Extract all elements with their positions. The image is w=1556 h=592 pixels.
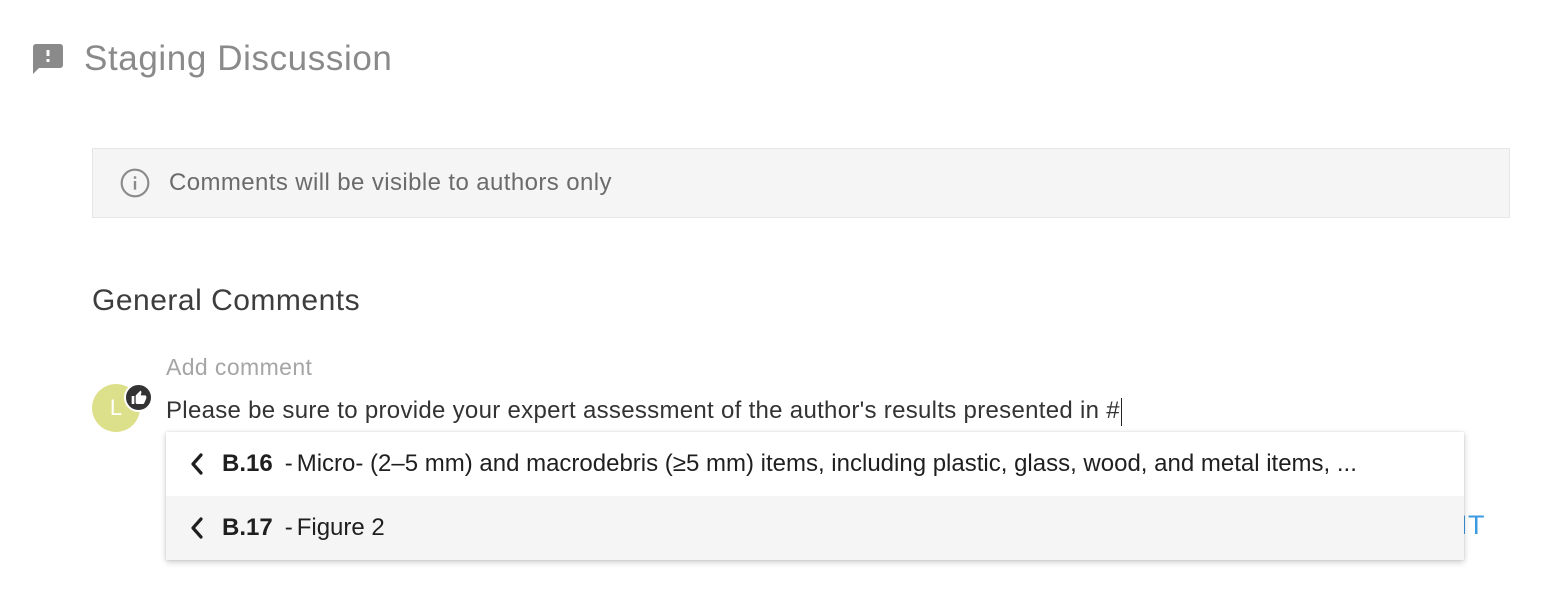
suggestion-separator: - (284, 450, 293, 477)
feedback-icon (30, 41, 66, 77)
suggestion-description: Figure 2 (296, 514, 385, 541)
thumbs-up-icon (124, 383, 153, 412)
suggestion-code: B.16 (222, 450, 273, 477)
suggestion-separator: - (284, 514, 293, 541)
page-title: Staging Discussion (84, 39, 393, 78)
text-caret (1120, 397, 1122, 426)
chevron-left-icon (188, 516, 210, 540)
staging-discussion-page: Staging Discussion Comments will be visi… (0, 0, 1556, 592)
visibility-info-banner: Comments will be visible to authors only (92, 148, 1510, 218)
suggestion-item-b17[interactable]: B.17 - Figure 2 (166, 496, 1464, 560)
comment-input[interactable]: Please be sure to provide your expert as… (166, 397, 1122, 426)
chevron-left-icon (188, 452, 210, 476)
reference-suggestions-dropdown: B.16 - Micro- (2–5 mm) and macrodebris (… (166, 432, 1464, 560)
comment-field-label: Add comment (166, 354, 313, 380)
suggestion-code: B.17 (222, 514, 273, 541)
banner-text: Comments will be visible to authors only (169, 169, 612, 196)
comment-input-text: Please be sure to provide your expert as… (166, 397, 1120, 424)
page-header: Staging Discussion (30, 36, 392, 82)
info-icon (119, 167, 151, 199)
avatar-initial: L (109, 395, 123, 420)
suggestion-item-b16[interactable]: B.16 - Micro- (2–5 mm) and macrodebris (… (166, 432, 1464, 496)
section-title: General Comments (92, 284, 361, 317)
suggestion-description: Micro- (2–5 mm) and macrodebris (≥5 mm) … (296, 450, 1357, 477)
